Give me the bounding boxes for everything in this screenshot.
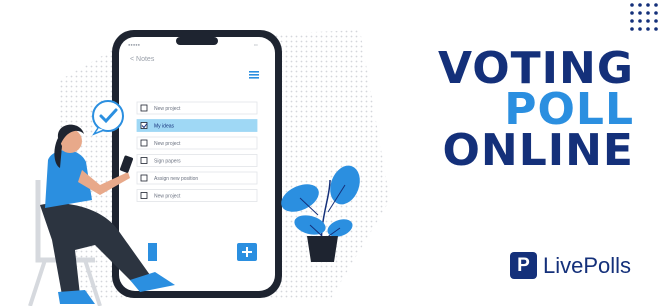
checklist-item-label: My ideas: [154, 124, 175, 130]
checklist-item[interactable]: New project: [136, 136, 258, 150]
checklist-item-label: New project: [154, 106, 181, 112]
headline-line-3: ONLINE: [442, 125, 634, 176]
hamburger-icon[interactable]: [249, 71, 259, 79]
checklist-item[interactable]: My ideas: [136, 119, 258, 132]
headline-line-2: POLL: [504, 84, 634, 135]
livepolls-logo-icon: P: [510, 252, 537, 279]
headline: VOTING POLL ONLINE: [394, 43, 634, 176]
checklist-item-label: Assign new position: [154, 176, 198, 182]
checkbox[interactable]: [140, 157, 148, 164]
voting-illustration: ●●●●● ▭ < Notes New project My ideas New p…: [28, 30, 390, 306]
checklist-item[interactable]: New project: [136, 101, 258, 115]
brand: P LivePolls: [510, 252, 631, 279]
checklist-item-label: New project: [154, 141, 181, 147]
checklist-item[interactable]: Sign papers: [136, 154, 258, 167]
checklist-item[interactable]: New project: [136, 189, 258, 202]
checkbox[interactable]: [140, 192, 148, 199]
checkbox[interactable]: [140, 104, 148, 112]
brand-name: LivePolls: [543, 252, 632, 278]
headline-line-1: VOTING: [437, 43, 634, 94]
checklist-item-label: Sign papers: [154, 159, 181, 165]
notes-back-link[interactable]: < Notes: [130, 56, 155, 63]
add-button[interactable]: [237, 243, 257, 261]
checklist-item-label: New project: [154, 194, 181, 200]
checklist-item[interactable]: Assign new position: [136, 171, 258, 185]
svg-text:▭: ▭: [254, 42, 258, 47]
checkbox[interactable]: [140, 174, 148, 182]
dots-decoration: [630, 3, 658, 31]
checkbox[interactable]: [140, 139, 148, 147]
svg-text:●●●●●: ●●●●●: [128, 42, 141, 47]
